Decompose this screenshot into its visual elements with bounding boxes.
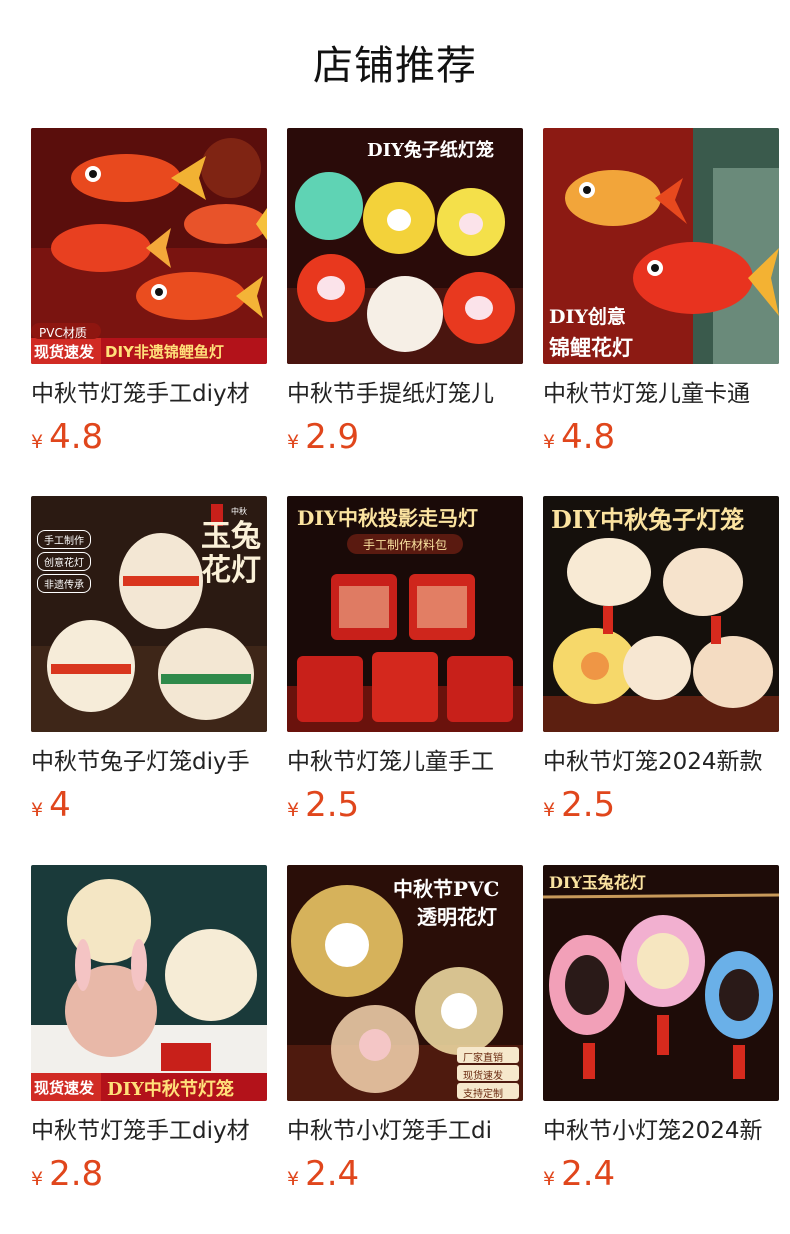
product-image[interactable]: DIY中秋投影走马灯 手工制作材料包 [287,496,523,732]
headline-label: DIY兔子纸灯笼 [367,140,494,161]
price-value: 2.5 [305,785,360,825]
product-name[interactable]: 中秋节小灯笼2024新 [543,1111,779,1151]
price-value: 2.4 [561,1154,616,1194]
currency-symbol: ¥ [287,799,300,821]
currency-symbol: ¥ [31,799,44,821]
product-card[interactable]: 中秋节PVC 透明花灯 厂家直销 现货速发 支持定制 中秋节小灯笼手工di ¥2… [287,865,523,1194]
pill-label: 创意花灯 [37,552,91,571]
price-value: 2.9 [305,417,360,457]
product-image[interactable]: 现货速发 DIY中秋节灯笼 [31,865,267,1101]
product-image[interactable]: 玉兔花灯 中秋 手工制作 创意花灯 非遗传承 [31,496,267,732]
seal-label: 中秋 [231,507,247,516]
product-price: ¥2.4 [543,1151,615,1197]
currency-symbol: ¥ [31,1168,44,1190]
product-name[interactable]: 中秋节灯笼2024新款 [543,742,779,782]
product-card[interactable]: DIY兔子纸灯笼 中秋节手提纸灯笼儿 ¥2.9 [287,128,523,457]
product-name[interactable]: 中秋节灯笼儿童卡通 [543,374,779,414]
product-card[interactable]: 现货速发 DIY中秋节灯笼 中秋节灯笼手工diy材 ¥2.8 [31,865,267,1194]
product-image[interactable]: DIY中秋兔子灯笼 [543,496,779,732]
banner-label: DIY中秋节灯笼 [107,1079,234,1100]
price-value: 4.8 [49,417,104,457]
currency-symbol: ¥ [287,431,300,453]
product-image[interactable]: 中秋节PVC 透明花灯 厂家直销 现货速发 支持定制 [287,865,523,1101]
product-price: ¥2.8 [31,1151,103,1197]
product-price: ¥2.5 [287,782,359,828]
line2-label: 透明花灯 [417,905,497,929]
product-price: ¥4.8 [31,414,103,460]
currency-symbol: ¥ [287,1168,300,1190]
price-value: 4.8 [561,417,616,457]
pill-label: 手工制作 [37,530,91,549]
product-name[interactable]: 中秋节灯笼手工diy材 [31,1111,267,1151]
tag-label: 现货速发 [34,1079,95,1097]
price-value: 2.8 [49,1154,104,1194]
headline-label: 玉兔花灯 [201,519,261,588]
price-value: 2.4 [305,1154,360,1194]
banner-label: DIY非遗锦鲤鱼灯 [105,343,224,361]
price-value: 4 [49,785,71,825]
product-card[interactable]: DIY创意 锦鲤花灯 中秋节灯笼儿童卡通 ¥4.8 [543,128,779,457]
product-card[interactable]: PVC材质 现货速发 DIY非遗锦鲤鱼灯 中秋节灯笼手工diy材 ¥4.8 [31,128,267,457]
pill-label: 现货速发 [463,1071,503,1082]
product-price: ¥2.9 [287,414,359,460]
product-name[interactable]: 中秋节手提纸灯笼儿 [287,374,523,414]
product-card[interactable]: DIY玉兔花灯 中秋节小灯笼2024新 ¥2.4 [543,865,779,1194]
product-name[interactable]: 中秋节兔子灯笼diy手 [31,742,267,782]
subline-label: 手工制作材料包 [363,538,448,552]
product-name[interactable]: 中秋节小灯笼手工di [287,1111,523,1151]
product-name[interactable]: 中秋节灯笼手工diy材 [31,374,267,414]
product-card[interactable]: DIY中秋投影走马灯 手工制作材料包 中秋节灯笼儿童手工 ¥2.5 [287,496,523,825]
price-value: 2.5 [561,785,616,825]
page-title: 店铺推荐 [313,43,477,89]
headline-label: DIY玉兔花灯 [549,873,646,892]
product-card[interactable]: 玉兔花灯 中秋 手工制作 创意花灯 非遗传承 中秋节兔子灯笼diy手 ¥4 [31,496,267,825]
currency-symbol: ¥ [31,431,44,453]
pill-label: 支持定制 [463,1089,503,1100]
pill-label: 厂家直销 [463,1053,503,1064]
product-card[interactable]: DIY中秋兔子灯笼 中秋节灯笼2024新款 ¥2.5 [543,496,779,825]
product-price: ¥2.4 [287,1151,359,1197]
product-image[interactable]: DIY创意 锦鲤花灯 [543,128,779,364]
line1-label: 中秋节PVC [393,877,500,901]
product-price: ¥2.5 [543,782,615,828]
line1-label: DIY创意 [549,306,626,328]
product-image[interactable]: DIY玉兔花灯 [543,865,779,1101]
tag-label: 现货速发 [34,343,95,361]
headline-label: DIY中秋兔子灯笼 [551,505,745,534]
line2-label: 锦鲤花灯 [549,335,633,360]
badge-label: PVC材质 [39,326,87,340]
currency-symbol: ¥ [543,431,556,453]
product-image[interactable]: DIY兔子纸灯笼 [287,128,523,364]
product-price: ¥4.8 [543,414,615,460]
product-price: ¥4 [31,782,71,828]
product-name[interactable]: 中秋节灯笼儿童手工 [287,742,523,782]
headline-label: DIY中秋投影走马灯 [297,506,478,530]
product-image[interactable]: PVC材质 现货速发 DIY非遗锦鲤鱼灯 [31,128,267,364]
currency-symbol: ¥ [543,1168,556,1190]
pill-label: 非遗传承 [37,574,91,593]
currency-symbol: ¥ [543,799,556,821]
